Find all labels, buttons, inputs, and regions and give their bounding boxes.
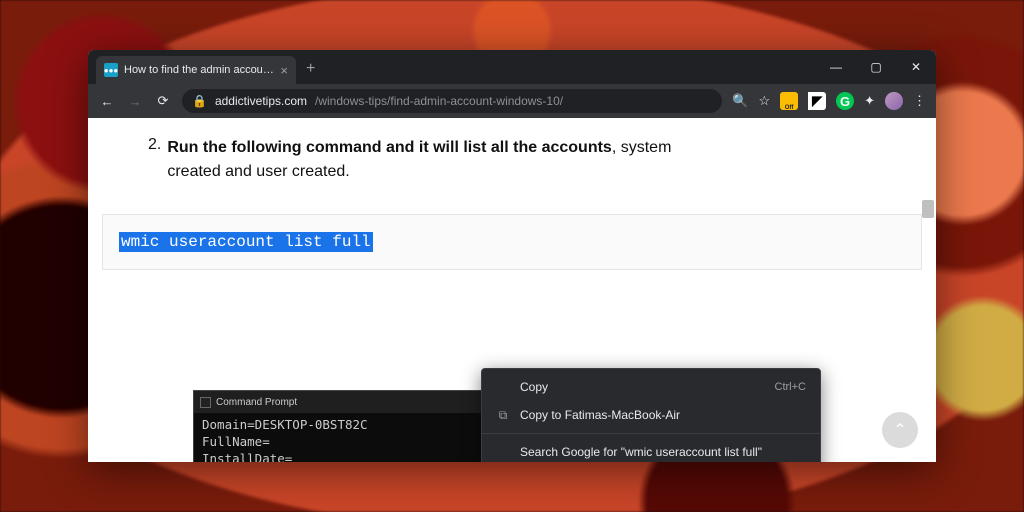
url-host: addictivetips.com (215, 94, 307, 108)
menu-kebab-icon[interactable]: ⋮ (913, 93, 926, 109)
chevron-up-icon: ⌃ (893, 420, 906, 440)
code-block[interactable]: wmic useraccount list full (102, 214, 922, 270)
forward-button[interactable]: → (126, 94, 144, 109)
cmd-title: Command Prompt (216, 397, 297, 408)
back-button[interactable]: ← (98, 94, 116, 109)
page-viewport: 2. Run the following command and it will… (88, 118, 936, 462)
list-number: 2. (148, 136, 161, 184)
context-menu: Copy Ctrl+C ⧉ Copy to Fatimas-MacBook-Ai… (481, 368, 821, 462)
new-tab-button[interactable]: + (306, 60, 315, 78)
toolbar-actions: 🔍 ☆ ◤ G ✦ ⋮ (732, 92, 926, 110)
browser-tab[interactable]: ●●● How to find the admin account o × (96, 56, 296, 84)
address-bar: ← → ⟳ 🔒 addictivetips.com/windows-tips/f… (88, 84, 936, 118)
selected-code-text: wmic useraccount list full (119, 232, 373, 252)
extensions-puzzle-icon[interactable]: ✦ (864, 93, 875, 109)
profile-avatar-icon[interactable] (885, 92, 903, 110)
bookmark-star-icon[interactable]: ☆ (758, 93, 770, 109)
url-path: /windows-tips/find-admin-account-windows… (315, 94, 563, 108)
close-window-button[interactable]: ✕ (896, 50, 936, 84)
scroll-to-top-button[interactable]: ⌃ (882, 412, 918, 448)
extension-grammarly-icon[interactable]: G (836, 92, 854, 110)
favicon-icon: ●●● (104, 63, 118, 77)
extension-tag-icon[interactable]: ◤ (808, 92, 826, 110)
list-text: Run the following command and it will li… (167, 136, 671, 184)
minimize-button[interactable]: — (816, 50, 856, 84)
chrome-window: ●●● How to find the admin account o × + … (88, 50, 936, 462)
close-tab-icon[interactable]: × (280, 63, 288, 78)
tab-title: How to find the admin account o (124, 64, 274, 76)
scrollbar[interactable] (922, 124, 934, 456)
ctx-search-google[interactable]: Search Google for "wmic useraccount list… (482, 438, 820, 462)
list-text-bold: Run the following command and it will li… (167, 139, 611, 156)
omnibox[interactable]: 🔒 addictivetips.com/windows-tips/find-ad… (182, 89, 722, 113)
reload-button[interactable]: ⟳ (154, 93, 172, 109)
maximize-button[interactable]: ▢ (856, 50, 896, 84)
cmd-icon (200, 397, 211, 408)
lock-icon: 🔒 (192, 94, 207, 108)
extension-off-icon[interactable] (780, 92, 798, 110)
devices-icon: ⧉ (496, 408, 510, 423)
ctx-copy[interactable]: Copy Ctrl+C (482, 373, 820, 401)
ctx-copy-to-device[interactable]: ⧉ Copy to Fatimas-MacBook-Air (482, 401, 820, 429)
separator (482, 433, 820, 434)
titlebar: ●●● How to find the admin account o × + … (88, 50, 936, 84)
window-controls: — ▢ ✕ (816, 50, 936, 84)
zoom-icon[interactable]: 🔍 (732, 93, 748, 109)
article-body: 2. Run the following command and it will… (88, 118, 936, 184)
